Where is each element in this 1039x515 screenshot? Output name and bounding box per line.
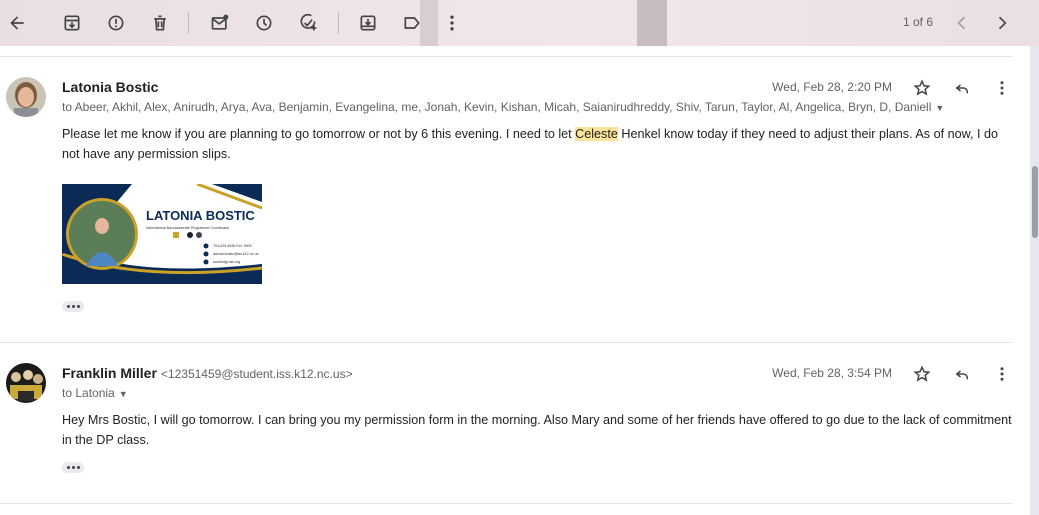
divider (0, 342, 1012, 343)
message-date: Wed, Feb 28, 2:20 PM (772, 80, 892, 94)
more-vert-icon[interactable] (990, 362, 1014, 386)
star-icon[interactable] (910, 362, 934, 386)
chevron-left-icon[interactable] (947, 8, 977, 38)
chevron-down-icon[interactable]: ▼ (119, 389, 128, 399)
label-icon[interactable] (397, 8, 427, 38)
signature-image: LATONIA BOSTIC International Baccalaurea… (62, 184, 262, 284)
scrollbar[interactable] (1030, 46, 1039, 515)
body-text: Please let me know if you are planning t… (62, 127, 576, 141)
signature-email: latonia.bostic@iss.k12.nc.us (213, 252, 259, 256)
avatar[interactable] (6, 77, 46, 117)
sender-name: Latonia Bostic (62, 79, 159, 95)
star-icon[interactable] (910, 76, 934, 100)
message-thread: Latonia Bostic to Abeer, Akhil, Alex, An… (0, 46, 1030, 515)
toolbar: 1 of 6 (0, 0, 1039, 46)
toolbar-separator (338, 12, 339, 34)
signature-name: LATONIA BOSTIC (146, 208, 255, 223)
mark-unread-icon[interactable] (205, 8, 235, 38)
archive-icon[interactable] (57, 8, 87, 38)
divider (0, 56, 1012, 57)
toolbar-separator (188, 12, 189, 34)
show-trimmed-content-button[interactable] (62, 301, 84, 312)
signature-phone: 704-629-4536 Ext. 9900 (213, 244, 252, 248)
sender-name-text: Franklin Miller (62, 365, 157, 381)
more-vert-icon[interactable] (990, 76, 1014, 100)
recipients[interactable]: to Latonia ▼ (62, 386, 128, 400)
scrollbar-thumb[interactable] (1032, 166, 1038, 238)
recipients-text: to Abeer, Akhil, Alex, Anirudh, Arya, Av… (62, 100, 932, 114)
message-body: Hey Mrs Bostic, I will go tomorrow. I ca… (62, 413, 1012, 447)
signature-role: International Baccalaureate Programme Co… (146, 226, 230, 230)
highlighted-name: Celeste (575, 127, 618, 141)
back-arrow-icon[interactable] (2, 8, 32, 38)
add-task-icon[interactable] (293, 8, 323, 38)
delete-icon[interactable] (145, 8, 175, 38)
chevron-down-icon[interactable]: ▼ (935, 103, 944, 113)
sender-name: Franklin Miller <12351459@student.iss.k12… (62, 365, 353, 381)
divider (0, 503, 1012, 504)
signature-web: southhigh.iss.org (213, 260, 240, 264)
recipients[interactable]: to Abeer, Akhil, Alex, Anirudh, Arya, Av… (62, 100, 944, 114)
snooze-icon[interactable] (249, 8, 279, 38)
recipients-text: to Latonia (62, 386, 115, 400)
more-vert-icon[interactable] (437, 8, 467, 38)
report-spam-icon[interactable] (101, 8, 131, 38)
sender-email: <12351459@student.iss.k12.nc.us> (160, 367, 353, 381)
chevron-right-icon[interactable] (987, 8, 1017, 38)
message-body: Please let me know if you are planning t… (62, 124, 1012, 164)
reply-icon[interactable] (950, 362, 974, 386)
reply-icon[interactable] (950, 76, 974, 100)
message-date: Wed, Feb 28, 3:54 PM (772, 366, 892, 380)
move-to-icon[interactable] (353, 8, 383, 38)
background-tree (637, 0, 667, 46)
pagination-text: 1 of 6 (903, 15, 934, 29)
avatar[interactable] (6, 363, 46, 403)
show-trimmed-content-button[interactable] (62, 462, 84, 473)
